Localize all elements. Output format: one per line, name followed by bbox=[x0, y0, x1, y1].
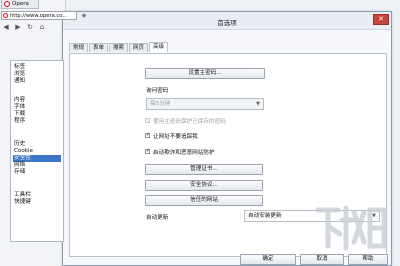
url-text: http://www.opera.co... bbox=[10, 12, 68, 19]
nav-toolbar: ◀ ▶ ↻ ⌂ bbox=[2, 23, 46, 31]
tab-webpages[interactable]: 网页 bbox=[129, 43, 149, 52]
category-item[interactable]: Cookie bbox=[13, 148, 61, 155]
security-protocols-button[interactable]: 安全协议... bbox=[145, 180, 263, 191]
tab-search[interactable]: 搜索 bbox=[109, 43, 129, 52]
trusted-websites-button[interactable]: 信任的网站 bbox=[145, 195, 263, 206]
do-not-track-checkbox[interactable]: ✓ bbox=[145, 133, 150, 138]
tab-strip: 常规 表单 搜索 网页 高级 bbox=[69, 42, 169, 52]
auto-update-label: 自动更新 bbox=[146, 215, 169, 221]
dialog-title: 首选项 bbox=[217, 19, 237, 27]
category-item[interactable]: 标签 bbox=[13, 64, 61, 71]
reload-icon[interactable]: ↻ bbox=[26, 23, 34, 31]
category-item[interactable]: 程序 bbox=[13, 118, 61, 125]
tab-forms[interactable]: 表单 bbox=[89, 43, 109, 52]
chevron-down-icon: ▼ bbox=[256, 101, 260, 107]
forward-icon[interactable]: ▶ bbox=[14, 23, 22, 31]
use-master-password-label: 使用主密码保护已保存的密码 bbox=[153, 119, 226, 125]
dialog-titlebar[interactable]: 首选项 ✕ bbox=[63, 12, 391, 30]
set-master-password-button[interactable]: 设置主密码... bbox=[145, 68, 265, 79]
fraud-protection-checkbox[interactable]: ✓ bbox=[145, 149, 150, 154]
category-item-security[interactable]: 安全性 bbox=[13, 155, 61, 162]
watermark-logo bbox=[315, 205, 387, 251]
category-item[interactable]: 通知 bbox=[13, 78, 61, 85]
category-item[interactable]: 内容 bbox=[13, 97, 61, 104]
tab-general[interactable]: 常规 bbox=[69, 43, 89, 52]
ask-password-label: 询问密码 bbox=[146, 88, 169, 94]
ok-button[interactable]: 确定 bbox=[240, 254, 296, 265]
tab-advanced[interactable]: 高级 bbox=[149, 42, 169, 52]
site-icon bbox=[3, 13, 8, 18]
browser-tab[interactable]: Opera bbox=[1, 0, 39, 9]
manage-certificates-button[interactable]: 管理证书... bbox=[145, 164, 263, 175]
address-bar[interactable]: http://www.opera.co... bbox=[1, 11, 77, 20]
back-icon[interactable]: ◀ bbox=[2, 23, 10, 31]
category-list: 标签 浏览 通知 内容 字体 下载 程序 历史 Cookie 安全性 网络 存储… bbox=[10, 60, 64, 242]
home-icon[interactable]: ⌂ bbox=[38, 23, 46, 31]
category-item[interactable]: 字体 bbox=[13, 104, 61, 111]
auto-update-value: 自动安装更新 bbox=[248, 213, 282, 219]
do-not-track-label: 让网址不要追踪我 bbox=[153, 134, 198, 140]
use-master-password-checkbox[interactable] bbox=[145, 118, 150, 123]
fraud-protection-label: 启动欺诈和恶意网站防护 bbox=[153, 150, 215, 156]
category-item[interactable]: 浏览 bbox=[13, 71, 61, 78]
category-item[interactable]: 下载 bbox=[13, 111, 61, 118]
go-icon[interactable]: ◆ bbox=[80, 12, 88, 19]
browser-tab-label: Opera bbox=[12, 1, 29, 7]
ask-password-select[interactable]: 每5分钟 ▼ bbox=[146, 98, 264, 110]
category-item[interactable]: 网络 bbox=[13, 162, 61, 169]
category-item[interactable]: 工具栏 bbox=[13, 192, 61, 199]
category-item[interactable]: 存储 bbox=[13, 169, 61, 176]
close-button[interactable]: ✕ bbox=[373, 14, 389, 25]
category-item[interactable]: 历史 bbox=[13, 141, 61, 148]
category-item[interactable]: 快捷键 bbox=[13, 199, 61, 206]
ask-password-value: 每5分钟 bbox=[150, 101, 171, 107]
opera-logo-icon bbox=[4, 1, 10, 7]
